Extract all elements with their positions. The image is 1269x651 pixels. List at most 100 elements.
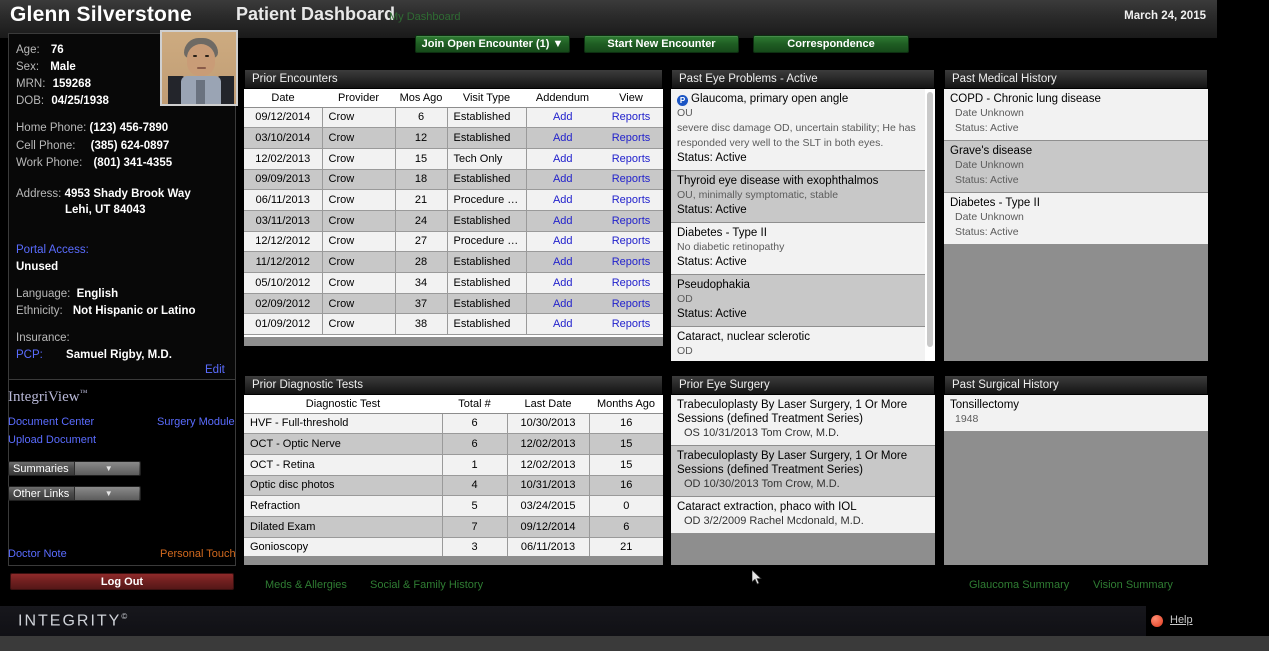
portal-access-label[interactable]: Portal Access:	[16, 244, 89, 256]
list-item[interactable]: Thyroid eye disease with exophthalmos OU,…	[671, 171, 925, 223]
table-cell-link[interactable]: Add	[526, 189, 599, 211]
list-item[interactable]: Diabetes - Type II No diabetic retinopath…	[671, 223, 925, 275]
pcp-label[interactable]: PCP:	[16, 349, 43, 361]
vision-summary-link[interactable]: Vision Summary	[1093, 579, 1173, 591]
past-surgical-history-panel: Past Surgical History Tonsillectomy 1948	[944, 375, 1208, 565]
table-cell: 12	[395, 127, 448, 149]
problem-name: P Glaucoma, primary open angle	[677, 92, 919, 106]
table-cell: 6	[395, 107, 448, 129]
table-cell: 05/10/2012	[244, 272, 323, 294]
table-cell-link[interactable]: Add	[526, 251, 599, 273]
list-item[interactable]: Trabeculoplasty By Laser Surgery, 1 Or M…	[671, 446, 935, 497]
past-eye-problems-scrollbar[interactable]	[927, 92, 933, 358]
condition-status: Status: Active	[955, 122, 1019, 134]
table-row: Optic disc photos 4 10/31/2013 16	[244, 475, 663, 497]
list-item[interactable]: Cataract, nuclear sclerotic OD	[671, 327, 925, 361]
surgery-meta: OS 10/31/2013 Tom Crow, M.D.	[684, 427, 840, 439]
column-header: Mos Ago	[395, 89, 447, 108]
social-family-history-link[interactable]: Social & Family History	[370, 579, 483, 591]
table-cell: Crow	[322, 251, 396, 273]
log-out-button[interactable]: Log Out	[10, 573, 234, 590]
prior-encounters-panel: Prior Encounters Date Provider Mos Ago Visi…	[244, 69, 663, 346]
document-center-link[interactable]: Document Center	[8, 416, 94, 428]
my-dashboard-link[interactable]: My Dashboard	[389, 11, 461, 23]
start-new-encounter-button[interactable]: Start New Encounter	[584, 35, 739, 53]
table-cell-link[interactable]: Reports	[599, 231, 663, 253]
list-item[interactable]: P Glaucoma, primary open angle OU severe di…	[671, 89, 925, 171]
home-phone-value: (123) 456-7890	[89, 122, 169, 134]
doctor-note-link[interactable]: Doctor Note	[8, 548, 67, 560]
table-cell: 5	[442, 495, 508, 517]
table-cell-link[interactable]: Reports	[599, 169, 663, 191]
table-cell-link[interactable]: Reports	[599, 251, 663, 273]
table-cell-link[interactable]: Reports	[599, 293, 663, 315]
join-open-encounter-button[interactable]: Join Open Encounter (1) ▼	[415, 35, 570, 53]
address-row: Address: 4953 Shady Brook Way	[16, 188, 191, 200]
table-cell: Established	[447, 313, 527, 336]
glaucoma-summary-link[interactable]: Glaucoma Summary	[969, 579, 1069, 591]
table-row: 12/12/2012 Crow 27 Procedure … Add Reports	[244, 231, 663, 253]
table-cell-link[interactable]: Add	[526, 107, 599, 129]
table-cell-link[interactable]: Add	[526, 169, 599, 191]
mouse-cursor	[752, 570, 762, 585]
list-item[interactable]: Trabeculoplasty By Laser Surgery, 1 Or M…	[671, 395, 935, 446]
table-cell: Established	[447, 169, 527, 191]
summaries-dropdown[interactable]: Summaries ▼	[8, 461, 141, 476]
correspondence-button[interactable]: Correspondence	[753, 35, 909, 53]
help-link[interactable]: Help	[1170, 614, 1193, 626]
patient-dashboard-app: Glenn Silverstone Patient Dashboard My D…	[0, 0, 1269, 651]
table-cell: Crow	[322, 231, 396, 253]
table-cell-link[interactable]: Add	[526, 148, 599, 170]
address-line2: Lehi, UT 84043	[65, 204, 146, 216]
personal-touch-link[interactable]: Personal Touch	[160, 548, 236, 560]
language-row: Language: English	[16, 288, 118, 300]
sex-label: Sex:	[16, 61, 40, 73]
dashboard-title: Patient Dashboard	[236, 4, 396, 24]
upload-document-link[interactable]: Upload Document	[8, 434, 96, 446]
table-cell-link[interactable]: Reports	[599, 313, 663, 336]
table-row: 12/02/2013 Crow 15 Tech Only Add Reports	[244, 148, 663, 170]
table-cell-link[interactable]: Reports	[599, 107, 663, 129]
table-cell: 7	[442, 516, 508, 538]
list-item[interactable]: Cataract extraction, phaco with IOL OD 3/…	[671, 497, 935, 534]
table-cell: Established	[447, 293, 527, 315]
table-cell-link[interactable]: Reports	[599, 127, 663, 149]
list-item[interactable]: COPD - Chronic lung disease Date Unknown S…	[944, 89, 1208, 141]
table-cell-link[interactable]: Reports	[599, 272, 663, 294]
table-cell-link[interactable]: Add	[526, 313, 599, 336]
table-cell-link[interactable]: Reports	[599, 189, 663, 211]
list-item[interactable]: Diabetes - Type II Date Unknown Status: Ac…	[944, 193, 1208, 245]
prior-encounters-rows: 09/12/2014 Crow 6 Established Add Reports 03/1…	[244, 107, 663, 336]
table-cell: Crow	[322, 127, 396, 149]
condition-name: Diabetes - Type II	[950, 197, 1040, 209]
surgery-module-link[interactable]: Surgery Module	[157, 416, 235, 428]
past-surgical-history-body: Tonsillectomy 1948	[944, 395, 1208, 565]
table-cell: Crow	[322, 293, 396, 315]
prior-eye-surgery-title: Prior Eye Surgery	[671, 375, 935, 395]
table-cell-link[interactable]: Add	[526, 231, 599, 253]
list-item[interactable]: Pseudophakia OD Status: Active	[671, 275, 925, 327]
meds-allergies-link[interactable]: Meds & Allergies	[265, 579, 347, 591]
table-cell-link[interactable]: Add	[526, 293, 599, 315]
list-item[interactable]: Grave's disease Date Unknown Status: Activ…	[944, 141, 1208, 193]
table-cell: 11/12/2012	[244, 251, 323, 273]
table-cell-link[interactable]: Add	[526, 127, 599, 149]
table-cell-link[interactable]: Reports	[599, 210, 663, 232]
table-cell-link[interactable]: Reports	[599, 148, 663, 170]
edit-link[interactable]: Edit	[205, 364, 225, 376]
list-item[interactable]: Tonsillectomy 1948	[944, 395, 1208, 432]
prior-encounters-header-row: Date Provider Mos Ago Visit Type Addendum Vie…	[244, 89, 663, 108]
problem-detail: OD	[677, 293, 693, 305]
problem-note: severe disc damage OD, uncertain stabili…	[677, 122, 916, 134]
problem-note: responded very well to the SLT in both e…	[677, 137, 884, 149]
other-links-dropdown[interactable]: Other Links ▼	[8, 486, 141, 501]
pcp-value: Samuel Rigby, M.D.	[66, 349, 172, 361]
table-cell-link[interactable]: Add	[526, 272, 599, 294]
surgery-meta: OD 10/30/2013 Tom Crow, M.D.	[684, 478, 840, 490]
problem-name: Cataract, nuclear sclerotic	[677, 331, 810, 343]
table-cell: 6	[442, 433, 508, 455]
table-cell-link[interactable]: Add	[526, 210, 599, 232]
prior-diagnostic-tests-header-row: Diagnostic Test Total # Last Date Months Ag…	[244, 395, 663, 414]
table-cell: 03/24/2015	[507, 495, 590, 517]
table-row: 01/09/2012 Crow 38 Established Add Reports	[244, 313, 663, 336]
